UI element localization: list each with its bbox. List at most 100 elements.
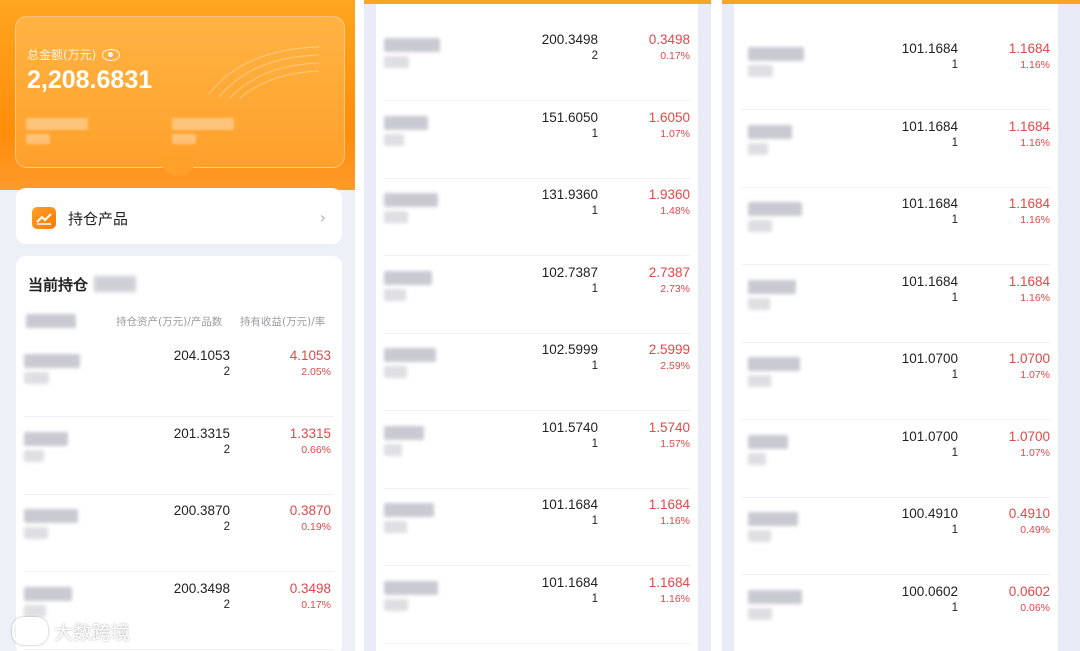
product-count: 1 bbox=[591, 205, 598, 217]
product-count: 1 bbox=[591, 282, 598, 295]
table-row[interactable]: 101.0700 1 1.0700 1.07% bbox=[734, 343, 1058, 420]
asset-amount: 102.5999 bbox=[541, 342, 598, 357]
product-count: 1 bbox=[951, 369, 958, 381]
profit-rate: 0.49% bbox=[1020, 524, 1050, 536]
blurred-product-name bbox=[384, 443, 402, 456]
table-row[interactable]: 101.1684 1 1.1684 1.16% bbox=[376, 489, 698, 566]
table-row[interactable]: 200.3870 2 0.3870 0.19% bbox=[16, 495, 342, 572]
blurred-product-name bbox=[748, 220, 772, 232]
table-row[interactable]: 101.0700 1 1.0700 1.07% bbox=[734, 421, 1058, 498]
profit-amount: 2.5999 bbox=[648, 342, 690, 357]
asset-amount: 101.5740 bbox=[541, 419, 598, 435]
blurred-product-name bbox=[384, 288, 406, 301]
blurred-product-name bbox=[24, 449, 44, 462]
product-count: 1 bbox=[951, 601, 958, 614]
product-count: 1 bbox=[951, 214, 958, 226]
blurred-product-name bbox=[24, 586, 72, 601]
blurred-text bbox=[26, 118, 88, 130]
blurred-product-name bbox=[748, 607, 772, 620]
blurred-product-name bbox=[748, 589, 802, 604]
product-count: 1 bbox=[591, 127, 598, 140]
blurred-product-name bbox=[384, 270, 432, 285]
asset-amount: 102.7387 bbox=[541, 264, 598, 280]
profit-rate: 1.16% bbox=[660, 592, 690, 605]
product-count: 1 bbox=[591, 437, 598, 450]
profit-amount: 1.0700 bbox=[1008, 351, 1050, 366]
asset-amount: 200.3498 bbox=[541, 32, 598, 47]
profit-amount: 0.3498 bbox=[289, 580, 331, 596]
table-row[interactable]: 102.5999 1 2.5999 2.59% bbox=[376, 334, 698, 411]
blurred-product-name bbox=[24, 527, 48, 539]
table-row[interactable]: 200.3498 2 0.3498 0.17% bbox=[376, 24, 698, 101]
profit-amount: 1.1684 bbox=[1008, 118, 1050, 134]
table-row[interactable]: 100.0602 1 0.0602 0.06% bbox=[734, 576, 1058, 651]
profit-amount: 1.1684 bbox=[648, 574, 690, 590]
holdings-title: 持仓产品 bbox=[68, 210, 129, 228]
profit-amount: 1.1684 bbox=[1008, 41, 1050, 56]
blurred-product-name bbox=[748, 434, 788, 449]
blurred-product-name bbox=[24, 431, 68, 446]
blurred-product-name bbox=[384, 133, 404, 146]
profit-amount: 1.1684 bbox=[1008, 273, 1050, 289]
asset-amount: 131.9360 bbox=[541, 187, 598, 202]
chevron-right-icon: › bbox=[319, 208, 326, 227]
table-row[interactable]: 131.9360 1 1.9360 1.48% bbox=[376, 179, 698, 256]
asset-amount: 204.1053 bbox=[173, 348, 230, 363]
profit-rate: 1.16% bbox=[1020, 136, 1050, 149]
watermark-logo-icon bbox=[12, 617, 48, 645]
table-row[interactable]: 101.1684 1 1.1684 1.16% bbox=[734, 111, 1058, 188]
blurred-product-name bbox=[748, 47, 804, 61]
asset-amount: 101.0700 bbox=[901, 428, 958, 444]
holdings-list-panel-2[interactable]: 200.3498 2 0.3498 0.17% 151.6050 1 1.6050 1.07%… bbox=[364, 0, 711, 651]
profit-amount: 0.3870 bbox=[289, 503, 331, 518]
asset-amount: 100.0602 bbox=[901, 583, 958, 599]
asset-amount: 101.1684 bbox=[901, 41, 958, 56]
watermark-text: 大数跨境 bbox=[54, 621, 131, 644]
blurred-product-name bbox=[384, 38, 440, 52]
table-row[interactable]: 102.7387 1 2.7387 2.73% bbox=[376, 257, 698, 334]
blurred-text bbox=[94, 276, 136, 292]
blurred-product-name bbox=[24, 354, 80, 368]
blurred-product-name bbox=[748, 530, 771, 542]
asset-amount: 100.4910 bbox=[901, 506, 958, 521]
profit-rate: 1.16% bbox=[1020, 214, 1050, 226]
summary-panel: 总金额(万元) 2,208.6831 持仓产品 › 当前持仓 持仓资产(万元)/… bbox=[0, 0, 355, 651]
profit-amount: 4.1053 bbox=[289, 348, 331, 363]
profit-rate: 1.07% bbox=[660, 127, 690, 140]
table-row[interactable]: 204.1053 2 4.1053 2.05% bbox=[16, 340, 342, 417]
product-count: 1 bbox=[951, 136, 958, 149]
table-row[interactable]: 101.1684 1 1.1684 1.16% bbox=[734, 266, 1058, 343]
holdings-list-panel-3[interactable]: 101.1684 1 1.1684 1.16% 101.1684 1 1.1684 1.16%… bbox=[722, 0, 1080, 651]
blurred-product-name bbox=[748, 65, 773, 77]
profit-amount: 1.9360 bbox=[648, 187, 690, 202]
profit-amount: 1.1684 bbox=[648, 497, 690, 512]
table-row[interactable]: 101.1684 1 1.1684 1.16% bbox=[734, 188, 1058, 265]
profit-amount: 0.4910 bbox=[1008, 506, 1050, 521]
table-row[interactable]: 101.1684 1 1.1684 1.16% bbox=[734, 33, 1058, 110]
product-count: 1 bbox=[951, 291, 958, 304]
profit-rate: 0.66% bbox=[301, 443, 331, 456]
profit-rate: 1.07% bbox=[1020, 446, 1050, 459]
product-count: 2 bbox=[223, 521, 230, 533]
table-row[interactable]: 101.1684 1 1.1684 1.16% bbox=[376, 567, 698, 644]
table-row[interactable]: 201.3315 2 1.3315 0.66% bbox=[16, 418, 342, 495]
blurred-product-name bbox=[748, 297, 770, 310]
table-row[interactable]: 100.4910 1 0.4910 0.49% bbox=[734, 498, 1058, 575]
chart-up-icon bbox=[32, 207, 56, 229]
eye-icon[interactable] bbox=[102, 48, 121, 61]
blurred-product-name bbox=[748, 512, 798, 526]
holdings-list-card: 当前持仓 持仓资产(万元)/产品数 持有收益(万元)/率 204.1053 2 4.… bbox=[16, 256, 342, 651]
product-count: 1 bbox=[591, 592, 598, 605]
profit-rate: 2.05% bbox=[301, 366, 331, 378]
asset-amount: 151.6050 bbox=[541, 109, 598, 125]
blurred-product-name bbox=[384, 521, 407, 533]
profit-rate: 1.48% bbox=[660, 205, 690, 217]
asset-amount: 200.3498 bbox=[173, 580, 230, 596]
profit-rate: 0.17% bbox=[660, 50, 690, 62]
table-row[interactable]: 151.6050 1 1.6050 1.07% bbox=[376, 102, 698, 179]
blurred-text bbox=[172, 118, 234, 130]
total-label-row: 总金额(万元) bbox=[27, 46, 121, 63]
product-count: 2 bbox=[223, 366, 230, 378]
holdings-entry[interactable]: 持仓产品 › bbox=[16, 188, 342, 244]
table-row[interactable]: 101.5740 1 1.5740 1.57% bbox=[376, 412, 698, 489]
